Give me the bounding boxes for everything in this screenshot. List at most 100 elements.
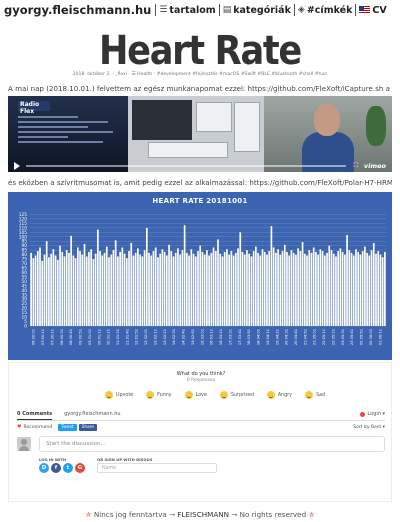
x-tick-label: 19:04:11	[266, 329, 270, 345]
fullscreen-icon[interactable]: ⛶	[354, 162, 358, 170]
comment-tabs: 0 Comments gyorgy.fleischmann.hu Login ▾	[17, 411, 385, 421]
reaction-angry[interactable]: Angry	[266, 391, 292, 399]
top-nav: gyorgy.fleischmann.hu ☰ tartalom ▤ kategór…	[0, 0, 400, 20]
heart-rate-bar	[259, 255, 262, 326]
nav-item-label: #címkék	[306, 4, 353, 16]
share-button[interactable]: Share	[78, 423, 98, 431]
heart-rate-bar	[94, 253, 97, 326]
reaction-love[interactable]: Love	[184, 391, 207, 399]
recommend-button[interactable]: ♥ Recommend	[17, 424, 52, 430]
tab-comments[interactable]: 0 Comments	[17, 411, 53, 420]
sad-emoji-icon	[305, 391, 314, 399]
heart-rate-bar	[145, 227, 148, 326]
heart-rate-bar	[217, 239, 219, 326]
user-avatar	[17, 437, 31, 451]
tweet-button[interactable]: Tweet	[58, 423, 77, 431]
facebook-login-icon[interactable]: f	[51, 463, 61, 473]
heart-rate-bar	[212, 247, 215, 326]
heart-rate-bar	[101, 255, 104, 326]
x-tick-label: 07:30:21	[50, 329, 54, 345]
nav-item-label: CV	[372, 4, 387, 16]
nav-item-tartalom[interactable]: ☰ tartalom	[155, 4, 218, 16]
heart-rate-bar	[206, 250, 208, 326]
heart-rate-bar	[121, 247, 124, 326]
heart-rate-bar	[201, 251, 204, 326]
reaction-surprised[interactable]: Surprised	[219, 391, 254, 399]
heart-rate-bar	[234, 252, 237, 326]
heart-rate-bar	[339, 248, 342, 326]
heart-icon: ♥	[17, 424, 22, 430]
heart-rate-bar	[288, 255, 291, 326]
nav-item-cv[interactable]: CV	[355, 4, 389, 16]
heart-rate-bar	[50, 253, 52, 326]
reaction-funny[interactable]: Funny	[146, 391, 172, 399]
heart-rate-bar	[132, 255, 135, 326]
footer-brand[interactable]: FLEISCHMANN	[177, 510, 229, 519]
x-tick-label: 14:02:31	[172, 329, 176, 345]
reaction-label: Sad	[316, 392, 326, 398]
heart-rate-bar	[299, 251, 302, 326]
google-login-icon[interactable]: G	[75, 463, 85, 473]
video-player[interactable]: Radio Flex ⛶ vimeo	[8, 96, 392, 172]
heart-rate-bar	[341, 251, 344, 326]
heart-rate-bar	[290, 250, 293, 326]
heart-rate-bar	[172, 256, 175, 326]
nav-item-cimkek[interactable]: ◈ #címkék	[293, 4, 356, 16]
heart-rate-bar	[261, 249, 264, 326]
heart-rate-bar	[137, 248, 139, 326]
heart-rate-bar	[221, 256, 224, 326]
heart-rate-bar	[243, 254, 246, 326]
heart-rate-bar	[301, 242, 304, 326]
recommend-label: Recommend	[23, 424, 53, 430]
heart-rate-bar	[308, 250, 311, 326]
heart-rate-bar	[310, 252, 313, 326]
nav-item-label: kategóriák	[233, 4, 291, 16]
site-title-link[interactable]: gyorgy.fleischmann.hu	[4, 3, 151, 17]
x-tick-label: 01:06:11	[378, 329, 382, 345]
heart-rate-bar	[70, 235, 73, 326]
login-with-label: LOG IN WITH	[39, 457, 67, 462]
heart-rate-bar	[270, 226, 273, 326]
heart-rate-bar	[92, 259, 95, 326]
reaction-sad[interactable]: Sad	[305, 391, 325, 399]
disqus-login-icon[interactable]: D	[39, 463, 49, 473]
heart-rate-bar	[99, 251, 101, 326]
reaction-upvote[interactable]: Upvote	[105, 391, 133, 399]
video-progress-bar[interactable]	[26, 165, 346, 167]
y-tick-label: 125	[19, 212, 27, 218]
x-tick-label: 16:33:21	[219, 329, 223, 345]
heart-rate-bar	[277, 249, 279, 326]
login-button[interactable]: Login ▾	[360, 411, 385, 417]
x-tick-label: 20:34:41	[294, 329, 298, 345]
heart-rate-bar	[370, 250, 373, 326]
video-controls: ⛶ vimeo	[8, 160, 392, 172]
play-icon[interactable]	[14, 162, 20, 170]
discussion-input[interactable]: Start the discussion...	[39, 436, 385, 452]
heart-rate-bar	[141, 256, 144, 326]
heart-rate-bar	[79, 251, 81, 326]
flag-icon	[359, 6, 371, 14]
sort-dropdown[interactable]: Sort by Best ▾	[353, 425, 385, 430]
tab-site[interactable]: gyorgy.fleischmann.hu	[64, 411, 121, 417]
x-tick-label: 15:02:51	[191, 329, 195, 345]
nav-item-kategoriak[interactable]: ▤ kategóriák	[218, 4, 294, 16]
heart-rate-bar	[117, 256, 119, 326]
heart-rate-bar	[350, 252, 353, 326]
heart-rate-bar	[88, 251, 90, 326]
heart-rate-bar	[188, 255, 190, 326]
heart-rate-bar	[192, 253, 195, 326]
star-icon: ✮	[85, 510, 92, 519]
heart-rate-bar	[72, 255, 75, 326]
heart-rate-bar	[352, 255, 355, 326]
heart-rate-bar	[170, 251, 173, 326]
heart-rate-bar	[272, 247, 275, 326]
twitter-login-icon[interactable]: t	[63, 463, 73, 473]
name-input[interactable]: Name	[97, 463, 217, 473]
heart-rate-bar	[346, 234, 348, 326]
heart-rate-bar	[30, 252, 32, 326]
vimeo-logo[interactable]: vimeo	[364, 162, 386, 170]
heart-rate-bar	[210, 252, 213, 326]
x-tick-label: 13:32:21	[163, 329, 167, 345]
heart-rate-bar	[152, 251, 155, 326]
heart-rate-bar	[81, 254, 84, 326]
